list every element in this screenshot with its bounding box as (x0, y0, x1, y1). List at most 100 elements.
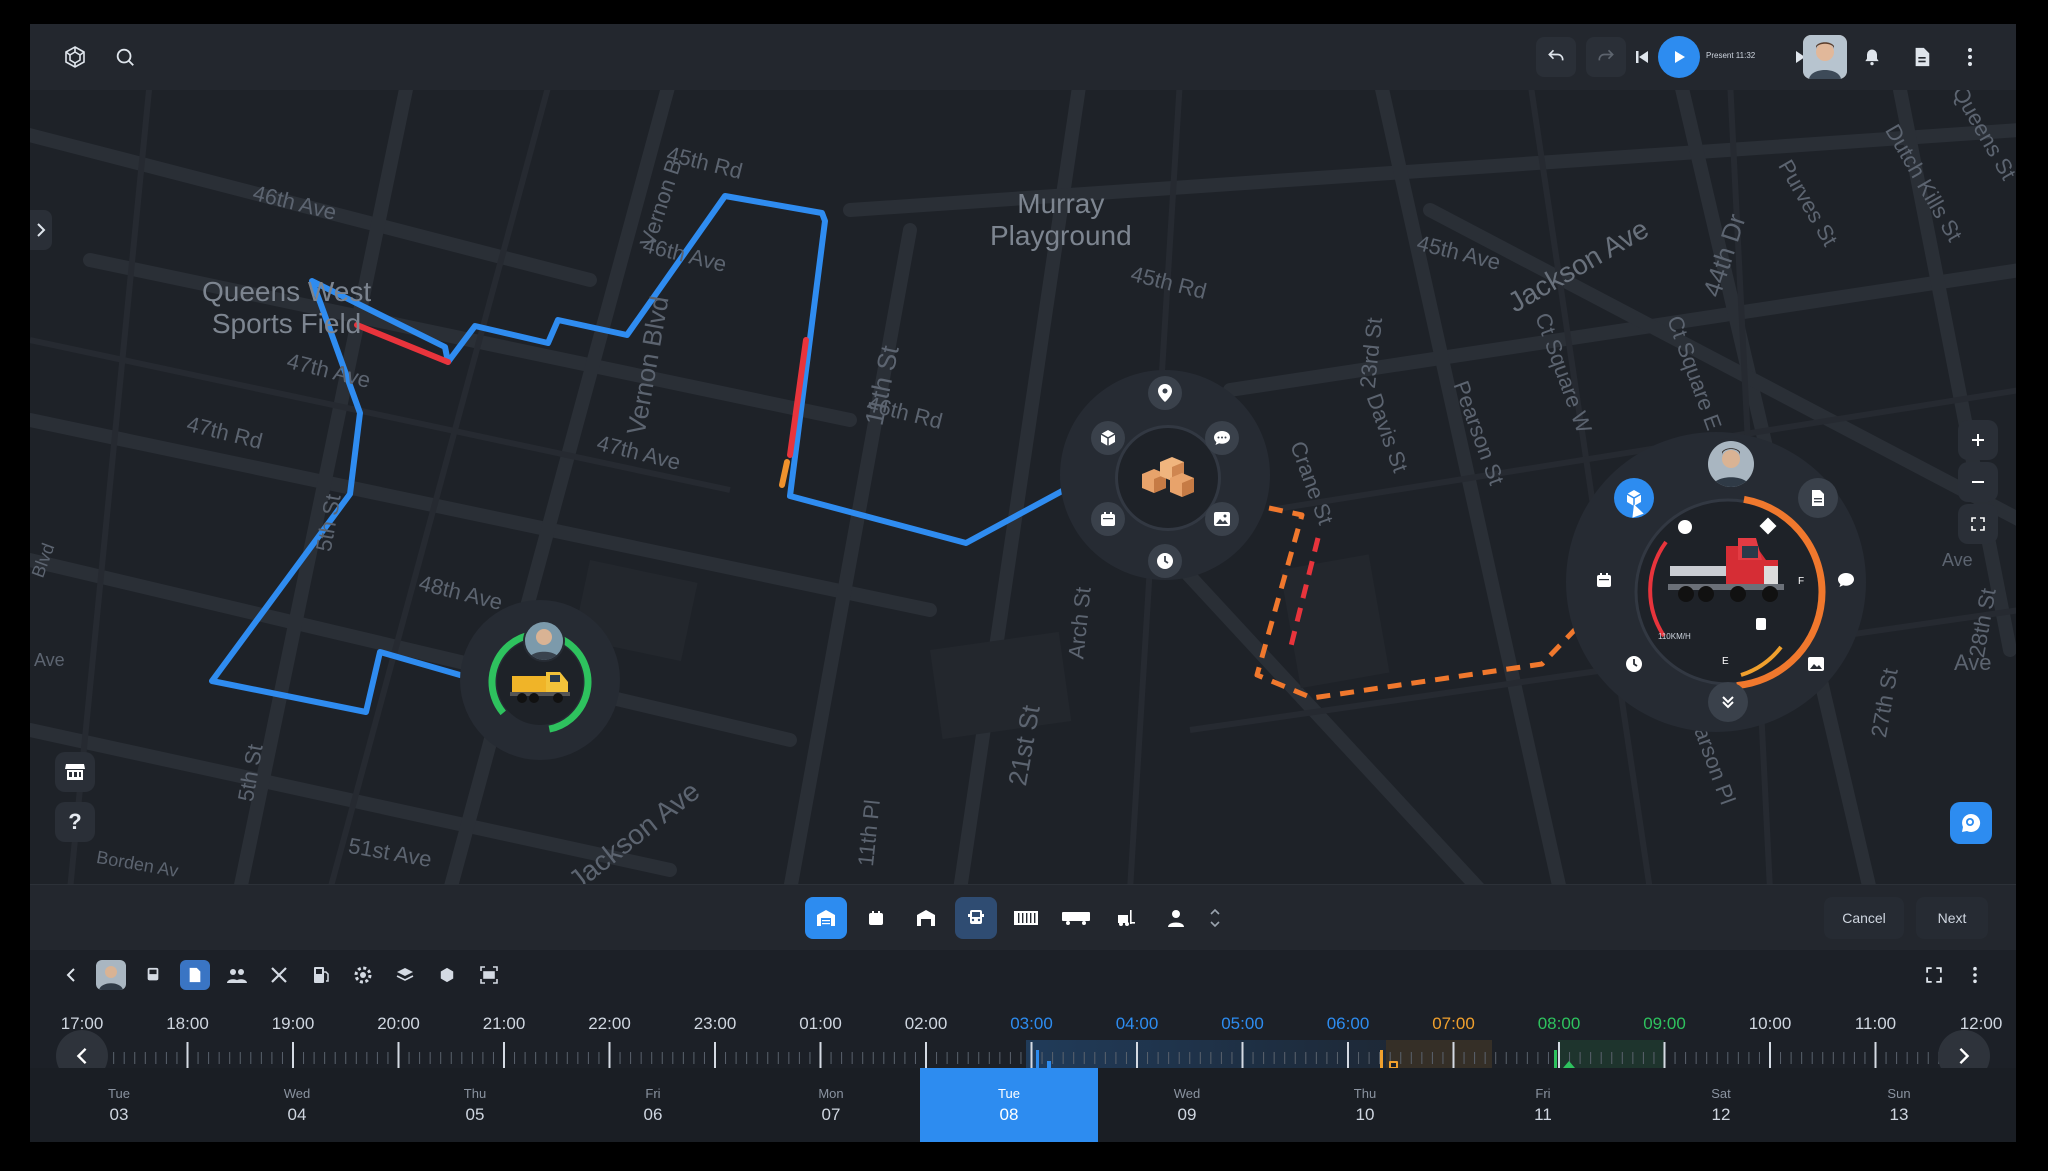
bell-icon[interactable] (1852, 37, 1892, 77)
day-cell[interactable]: Thu 10 (1276, 1068, 1454, 1142)
hour-label: 08:00 (1537, 1014, 1581, 1033)
day-cell[interactable]: Wed 09 (1098, 1068, 1276, 1142)
search-icon[interactable] (105, 37, 145, 77)
calendar-icon[interactable] (1586, 562, 1622, 598)
zoom-out-button[interactable] (1958, 462, 1998, 502)
location-pin-icon[interactable] (1148, 376, 1182, 410)
day-cell[interactable]: Sun 13 (1810, 1068, 1988, 1142)
fullscreen-button[interactable] (1958, 504, 1998, 544)
minus-icon (1972, 481, 1984, 483)
chat-search-icon (1962, 813, 1981, 832)
toolbar-collapse-toggle[interactable] (1200, 897, 1230, 939)
warehouse-icon (817, 910, 835, 926)
day-cell[interactable]: Sat 12 (1632, 1068, 1810, 1142)
hour-label: 03:00 (1010, 1014, 1053, 1033)
gear-icon[interactable] (348, 960, 378, 990)
store-icon (65, 764, 85, 780)
day-cell[interactable]: Wed 04 (208, 1068, 386, 1142)
clock-icon[interactable] (1148, 544, 1182, 578)
sidebar-toggle[interactable] (30, 210, 52, 250)
undo-icon[interactable] (1536, 37, 1576, 77)
day-name: Fri (645, 1086, 661, 1101)
timeline-back-button[interactable] (56, 960, 86, 990)
scan-icon[interactable] (474, 960, 504, 990)
play-button[interactable] (1658, 36, 1700, 78)
day-cell[interactable]: Tue 08 (920, 1068, 1098, 1142)
help-button[interactable]: ? (55, 802, 95, 842)
day-cell[interactable]: Thu 05 (386, 1068, 564, 1142)
cancel-button[interactable]: Cancel (1824, 897, 1904, 939)
zoom-in-button[interactable] (1958, 420, 1998, 460)
vehicle-mode-button[interactable] (955, 897, 997, 939)
expand-icon[interactable] (1919, 960, 1949, 990)
container-mode-button[interactable] (1005, 897, 1047, 939)
day-cell[interactable]: Tue 03 (30, 1068, 208, 1142)
place-label-queens-west: Queens West Sports Field (202, 276, 372, 339)
day-cell[interactable]: Fri 11 (1454, 1068, 1632, 1142)
document-icon[interactable] (180, 960, 210, 990)
more-vertical-icon[interactable] (1960, 960, 1990, 990)
day-cell[interactable]: Fri 06 (564, 1068, 742, 1142)
forklift-mode-button[interactable] (1105, 897, 1147, 939)
present-time-label: Present 11:32 (1706, 51, 1756, 60)
user-avatar[interactable] (1803, 35, 1847, 79)
garage-mode-button[interactable] (905, 897, 947, 939)
chat-support-button[interactable] (1950, 802, 1992, 844)
chat-icon[interactable] (1828, 562, 1864, 598)
truck-radial-menu: F E 110KM/H (1566, 432, 1866, 732)
day-date: 12 (1711, 1105, 1731, 1124)
chat-icon[interactable] (1205, 421, 1239, 455)
top-bar: Present 11:32 (30, 24, 2016, 90)
day-name: Fri (1535, 1086, 1551, 1101)
clock-icon[interactable] (1616, 646, 1652, 682)
vehicle-marker[interactable] (460, 600, 620, 760)
layers-icon[interactable] (390, 960, 420, 990)
chevron-double-down-icon[interactable] (1708, 682, 1748, 722)
logo-icon[interactable] (55, 37, 95, 77)
day-name: Thu (1353, 1086, 1377, 1101)
driver-avatar[interactable] (523, 620, 565, 662)
vehicle-front-icon[interactable] (138, 960, 168, 990)
package-icon[interactable] (432, 960, 462, 990)
day-selector: Tue 03 Wed 04 Thu 05 Fri 06 Mon 07 Tue 08 Wed 09 Thu 10… (30, 1068, 2016, 1142)
driver-mode-button[interactable] (1155, 897, 1197, 939)
boxes-icon (1142, 457, 1194, 497)
hour-label: 01:00 (799, 1014, 842, 1033)
chevron-left-icon (76, 1047, 87, 1065)
document-icon[interactable] (1798, 478, 1838, 518)
document-icon[interactable] (1902, 37, 1942, 77)
next-button[interactable]: Next (1916, 897, 1988, 939)
fuel-full-label: F (1798, 576, 1805, 587)
hour-label: 19:00 (271, 1014, 315, 1033)
image-icon[interactable] (1798, 646, 1834, 682)
question-icon: ? (68, 809, 82, 834)
hour-label: 07:00 (1432, 1014, 1475, 1033)
map-view[interactable]: 46th Ave 45th Rd Vernon B 46th Ave 45th … (30, 90, 2016, 884)
tools-icon[interactable] (264, 960, 294, 990)
day-cell[interactable]: Mon 07 (742, 1068, 920, 1142)
calendar-icon (869, 911, 883, 925)
warehouse-mode-button[interactable] (805, 897, 847, 939)
more-vertical-icon[interactable] (1950, 37, 1990, 77)
plus-icon (1972, 434, 1984, 446)
calendar-icon[interactable] (1091, 502, 1125, 536)
image-icon[interactable] (1205, 502, 1239, 536)
calendar-mode-button[interactable] (855, 897, 897, 939)
fuel-icon (1756, 618, 1766, 630)
package-icon[interactable] (1091, 421, 1125, 455)
store-button[interactable] (55, 752, 95, 792)
driver-avatar[interactable] (1705, 438, 1757, 490)
person-icon (1168, 910, 1184, 927)
skip-back-icon[interactable] (1628, 43, 1656, 71)
street-label: Ave (34, 650, 65, 670)
people-icon[interactable] (222, 960, 252, 990)
fuel-icon[interactable] (306, 960, 336, 990)
day-date: 05 (465, 1105, 485, 1124)
street-label: Ave (1942, 550, 1973, 570)
chevron-right-icon (1959, 1047, 1970, 1065)
trailer-mode-button[interactable] (1055, 897, 1097, 939)
driver-avatar[interactable] (96, 960, 126, 990)
speed-label: 110KM/H (1658, 632, 1691, 641)
day-name: Mon (818, 1086, 844, 1101)
redo-icon[interactable] (1586, 37, 1626, 77)
